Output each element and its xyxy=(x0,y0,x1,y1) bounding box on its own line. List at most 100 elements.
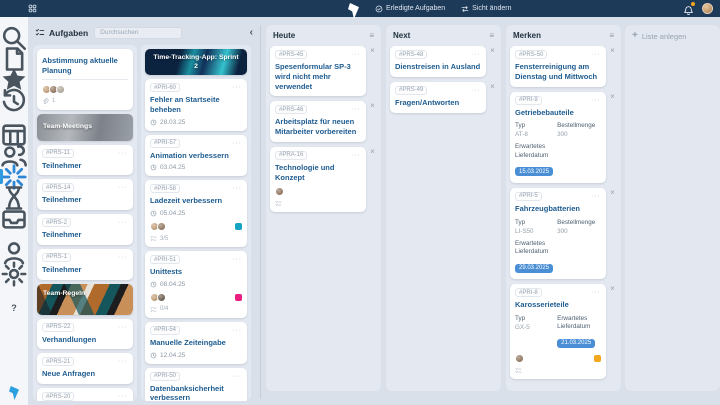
completed-tasks-label: Erledigte Aufgaben xyxy=(386,5,446,12)
task-card[interactable]: #PRS-48 ··· Dienstreisen in Ausland xyxy=(390,46,486,77)
card-tag-row: #PRI-57 ··· xyxy=(150,138,242,148)
task-card[interactable]: #PRS-1 ··· Teilnehmer xyxy=(37,248,133,280)
date-chip[interactable]: 21.03.2025 xyxy=(557,338,596,348)
task-card[interactable]: #PRI-9 ··· Getriebebauteile Typ AT-8 Bestellm… xyxy=(510,91,606,183)
settings-icon xyxy=(0,260,28,288)
card-tag: #PRS-14 xyxy=(42,183,75,193)
card-menu-dots-icon[interactable]: ··· xyxy=(118,219,128,226)
task-card[interactable]: #PRS-14 ··· Teilnehmer xyxy=(37,179,133,210)
due-date: 05.04.25 xyxy=(150,210,242,217)
date-chip[interactable]: 29.03.2025 xyxy=(515,263,554,273)
task-card[interactable]: #PRS-46 ··· Arbeitsplatz für neuen Mitarbe… xyxy=(270,101,366,142)
task-card[interactable]: #PRS-2 ··· Teilnehmer xyxy=(37,214,133,245)
task-card[interactable]: #PRS-11 ··· Teilnehmer xyxy=(37,144,133,176)
card-menu-dots-icon[interactable]: ··· xyxy=(118,150,128,157)
checklist xyxy=(275,200,361,207)
task-card[interactable]: #PRI-58 ··· Ladezeit verbessern 05.04.25 3/5 xyxy=(145,180,247,247)
card-menu-dots-icon[interactable]: ··· xyxy=(232,256,242,263)
remove-card-icon[interactable]: × xyxy=(608,92,617,183)
task-card[interactable]: #PRI-5 ··· Fahrzeugbatterien Typ LI-S50 Beste… xyxy=(510,187,606,280)
remove-card-icon[interactable]: × xyxy=(368,147,377,213)
change-view-button[interactable]: Sicht ändern xyxy=(461,0,511,17)
image-card[interactable]: Time-Tracking-App: Sprint 2 xyxy=(145,49,247,75)
avatar xyxy=(56,84,65,94)
card-menu-dots-icon[interactable]: ··· xyxy=(118,184,128,191)
remove-card-icon[interactable]: × xyxy=(608,284,617,379)
task-card[interactable]: #PRS-22 ··· Verhandlungen xyxy=(37,318,133,350)
note-card[interactable]: Abstimmung aktuelle Planung 1 xyxy=(37,49,133,110)
sidebar-item-settings[interactable] xyxy=(0,261,28,286)
task-card[interactable]: #PRI-8 ··· Karosserieteile Typ GX-5 Erwartete… xyxy=(510,284,606,380)
card-menu-dots-icon[interactable]: ··· xyxy=(591,289,601,296)
card-tag-row: #PRS-21 ··· xyxy=(42,357,128,367)
image-card[interactable]: Team-Regeln xyxy=(37,284,133,315)
assignee-avatars xyxy=(275,187,284,197)
card-menu-dots-icon[interactable]: ··· xyxy=(118,358,128,365)
list-column: Heute ≡ #PRS-45 ··· Spesenformular SP-3 wird… xyxy=(266,25,381,391)
card-menu-dots-icon[interactable]: ··· xyxy=(232,373,242,380)
card-menu-dots-icon[interactable]: ··· xyxy=(118,324,128,331)
search-input[interactable] xyxy=(94,26,183,39)
remove-card-icon[interactable]: × xyxy=(488,82,497,113)
completed-tasks-button[interactable]: Erledigte Aufgaben xyxy=(375,0,445,17)
card-menu-dots-icon[interactable]: ··· xyxy=(118,254,128,261)
card-menu-dots-icon[interactable]: ··· xyxy=(118,393,128,400)
user-avatar[interactable] xyxy=(702,3,713,14)
field: Erwartetes Lieferdatum 29.03.2025 xyxy=(515,240,554,274)
list-menu-icon[interactable]: ≡ xyxy=(609,31,614,40)
due-date: 08.04.25 xyxy=(150,281,242,288)
sidebar-item-archive[interactable] xyxy=(0,208,28,229)
card-title: Neue Anfragen xyxy=(42,369,96,379)
card-tag-row: #PRS-48 ··· xyxy=(395,50,481,59)
card-menu-dots-icon[interactable]: ··· xyxy=(351,106,361,113)
card-menu-dots-icon[interactable]: ··· xyxy=(591,193,601,200)
card-menu-dots-icon[interactable]: ··· xyxy=(232,84,242,91)
card-menu-dots-icon[interactable]: ··· xyxy=(232,327,242,334)
task-card[interactable]: #PRI-54 ··· Manuelle Zeiteingabe 12.04.25 xyxy=(145,321,247,364)
card-menu-dots-icon[interactable]: ··· xyxy=(471,51,481,58)
card-title: Manuelle Zeiteingabe xyxy=(150,337,226,347)
remove-card-icon[interactable]: × xyxy=(608,188,617,279)
card-menu-dots-icon[interactable]: ··· xyxy=(232,140,242,147)
card-menu-dots-icon[interactable]: ··· xyxy=(591,97,601,104)
app-logo-small-icon[interactable] xyxy=(9,386,19,400)
task-card[interactable]: #PRI-60 ··· Fehler an Startseite beheben 28… xyxy=(145,79,247,131)
task-card[interactable]: #PRI-51 ··· Unittests 08.04.25 0/4 xyxy=(145,251,247,318)
card-menu-dots-icon[interactable]: ··· xyxy=(471,87,481,94)
checklist-icon xyxy=(515,367,522,374)
remove-card-icon[interactable]: × xyxy=(488,46,497,77)
status-badge xyxy=(235,293,242,301)
collapse-panel-icon[interactable]: ‹ xyxy=(250,27,253,38)
card-menu-dots-icon[interactable]: ··· xyxy=(591,51,601,58)
task-card[interactable]: #PRA-16 ··· Technologie und Konzept xyxy=(270,146,366,213)
task-card[interactable]: #PRS-49 ··· Fragen/Antworten xyxy=(390,81,486,113)
remove-card-icon[interactable]: × xyxy=(368,101,377,142)
remove-card-icon[interactable]: × xyxy=(608,46,617,87)
card-title: Getriebebauteile xyxy=(515,107,574,117)
checklist-icon xyxy=(150,306,157,313)
card-tag-row: #PRS-1 ··· xyxy=(42,252,128,262)
notifications-bell-icon[interactable] xyxy=(683,2,695,16)
task-card[interactable]: #PRS-45 ··· Spesenformular SP-3 wird nicht… xyxy=(270,46,366,97)
card-menu-dots-icon[interactable]: ··· xyxy=(351,51,361,58)
add-list-button[interactable]: + Liste anlegen xyxy=(625,25,720,391)
sidebar-item-history[interactable] xyxy=(0,88,28,111)
list-menu-icon[interactable]: ≡ xyxy=(489,31,494,40)
task-card[interactable]: #PRI-57 ··· Animation verbessern 03.04.25 xyxy=(145,134,247,177)
due-date-text: 12.04.25 xyxy=(160,351,186,359)
card-menu-dots-icon[interactable]: ··· xyxy=(232,185,242,192)
card-menu-dots-icon[interactable]: ··· xyxy=(351,152,361,159)
task-card[interactable]: #PRI-50 ··· Datenbanksicherheit verbessern… xyxy=(145,367,247,401)
date-chip[interactable]: 15.03.2025 xyxy=(515,167,554,177)
list-menu-icon[interactable]: ≡ xyxy=(369,31,374,40)
task-card[interactable]: #PRS-21 ··· Neue Anfragen xyxy=(37,353,133,384)
task-card[interactable]: #PRS-20···Aktuelle Leads xyxy=(37,388,133,401)
apps-menu-icon[interactable] xyxy=(28,4,37,13)
remove-card-icon[interactable]: × xyxy=(368,46,377,96)
image-card[interactable]: Team-Meetings xyxy=(37,113,133,141)
field: Typ AT-8 xyxy=(515,122,553,138)
sidebar-item-help[interactable]: ? xyxy=(0,297,28,318)
checklist xyxy=(515,367,601,374)
card-tag: #PRS-48 xyxy=(395,50,428,59)
task-card[interactable]: #PRS-50 ··· Fensterreinigung am Dienstag u… xyxy=(510,46,606,87)
